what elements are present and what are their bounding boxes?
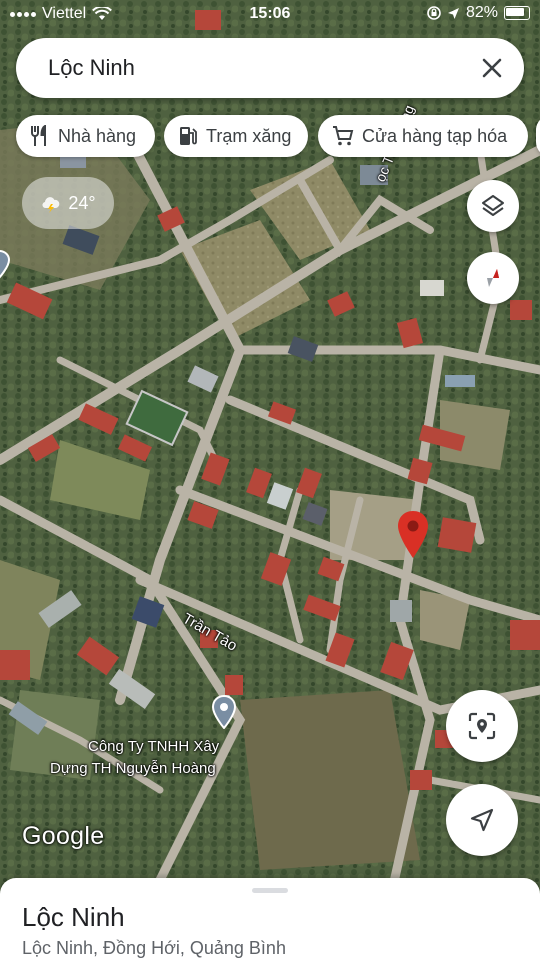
place-address: Lộc Ninh, Đồng Hới, Quảng Bình [22,938,286,958]
map-pin-grey-icon [0,250,11,279]
chip-gas-stations[interactable]: Trạm xăng [164,115,308,157]
compass-button[interactable] [467,252,519,304]
drag-handle[interactable] [252,888,288,893]
search-input[interactable]: Lộc Ninh [48,55,135,81]
poi-label-line2[interactable]: Dựng TH Nguyễn Hoàng [50,760,216,777]
gas-station-icon [180,127,197,145]
location-arrow-icon [447,7,459,19]
status-right-group: 82% [427,4,530,22]
thunderstorm-icon [42,197,60,213]
chip-restaurants[interactable]: Nhà hàng [16,115,155,157]
battery-percent: 82% [465,4,498,21]
restaurant-icon [31,125,46,146]
chip-label: Trạm xăng [206,125,292,146]
chip-grocery-stores[interactable]: Cửa hàng tạp hóa [318,115,528,157]
battery-icon [504,6,530,20]
shopping-cart-icon [333,126,354,146]
place-bottom-sheet[interactable]: Lộc Ninh Lộc Ninh, Đồng Hới, Quảng Bình [0,878,540,978]
layers-icon [482,195,504,216]
place-title: Lộc Ninh [22,902,125,932]
map-pin-red-icon [398,511,428,558]
chip-label: Cửa hàng tạp hóa [362,125,508,146]
weather-badge[interactable]: 24° [22,177,114,229]
street-view-button[interactable] [446,690,518,762]
orientation-lock-icon [427,6,441,20]
temperature: 24° [68,192,96,213]
poi-marker[interactable] [211,694,237,734]
location-focus-icon [468,712,496,740]
layers-button[interactable] [467,180,519,232]
chip-label: Nhà hàng [58,125,137,146]
close-icon[interactable] [478,54,506,82]
selected-location-pin[interactable] [396,510,430,565]
google-logo: Google [22,822,105,850]
search-bar[interactable]: Lộc Ninh [16,38,524,98]
poi-label-line1[interactable]: Công Ty TNHH Xây [88,738,219,755]
compass-icon [487,269,499,287]
navigation-arrow-icon [470,808,494,832]
status-bar: Viettel 15:06 82% [0,0,540,30]
map-pin-partial[interactable] [0,250,11,285]
my-location-button[interactable] [446,784,518,856]
map-pin-grey-icon [211,694,237,730]
